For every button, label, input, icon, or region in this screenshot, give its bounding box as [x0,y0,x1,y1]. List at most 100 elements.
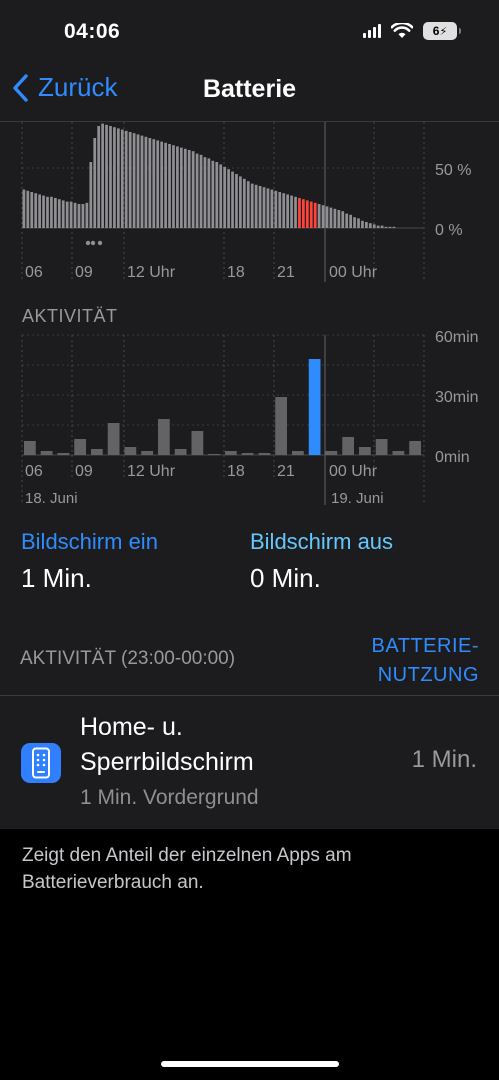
battery-bar [73,202,77,228]
battery-bar [333,208,337,228]
activity-bar [124,447,137,455]
battery-usage-line1: BATTERIE- [371,635,479,657]
battery-bar [376,225,380,228]
battery-bar [380,225,384,228]
battery-bar [187,150,191,228]
battery-bar [270,189,274,228]
screen-off-summary: Bildschirm aus 0 Min. [250,529,393,594]
battery-bar [372,224,376,228]
y-tick: 30min [435,389,479,406]
battery-bar [140,135,144,228]
status-time: 04:06 [64,20,121,43]
battery-bar [136,134,140,228]
footer-note: Zeigt den Anteil der einzelnen Apps am B… [22,845,352,893]
battery-bar [384,226,388,228]
activity-bar [375,439,388,455]
battery-bar [313,202,317,228]
battery-bar [219,164,223,228]
activity-bar [191,431,204,455]
activity-bar [258,453,271,455]
x-tick: 00 Uhr [329,463,378,480]
battery-bar [223,166,227,228]
battery-bar [203,157,207,228]
screen-off-label: Bildschirm aus [250,529,394,554]
app-name-line2: Sperrbildschirm [80,748,254,776]
x-tick: 21 [277,463,295,480]
battery-bar [274,190,278,228]
activity-bar [409,441,421,455]
battery-bar [34,193,38,228]
status-bar: 04:06 6 ⚡ [0,0,499,64]
battery-bar [321,205,325,228]
battery-bar [246,181,250,228]
battery-bar [116,128,120,228]
battery-bar [191,151,195,228]
battery-bar [317,204,321,228]
battery-bar [156,140,160,228]
battery-bar [325,206,329,228]
activity-bar [174,449,187,455]
battery-bar [227,169,230,228]
battery-content[interactable]: 50 % 0 % 06 09 12 Uhr 18 21 00 Uhr AKTIV… [0,122,499,829]
battery-bar [132,133,136,228]
x-tick: 18 [227,463,245,480]
battery-usage-line2: NUTZUNG [377,664,479,686]
battery-bar [368,223,372,228]
battery-bar [231,171,234,228]
battery-bar [46,196,49,228]
battery-bar [388,226,392,228]
battery-bar [22,189,26,228]
battery-bar [278,192,282,228]
activity-bar [275,397,287,455]
activity-bar [24,441,36,455]
battery-bar [345,213,349,228]
battery-bar [168,144,171,228]
status-icons: 6 ⚡ [363,22,461,40]
battery-bar [105,124,108,228]
battery-bar [199,154,203,228]
battery-bar [172,145,175,228]
screen-on-summary: Bildschirm ein 1 Min. [21,529,158,594]
activity-period-header: AKTIVITÄT (23:00-00:00) [20,648,236,669]
battery-bar [69,201,73,228]
battery-bar [235,174,238,228]
charge-dot [97,240,103,246]
battery-bar [282,193,286,228]
activity-bars [24,359,421,455]
app-name: Home- u. Sperrbildschirm [80,710,300,780]
x-tick: 06 [25,463,43,480]
battery-bar [53,198,57,228]
battery-bar [124,130,128,228]
screen-on-value: 1 Min. [21,563,92,593]
battery-bars [22,123,396,228]
app-row-home-lock-screen[interactable]: Home- u. Sperrbildschirm 1 Min. Vordergr… [0,710,499,820]
battery-bar [290,195,293,228]
signal-icon [363,24,381,38]
x-tick: 00 Uhr [329,264,378,281]
battery-charging-icon: 6 ⚡ [423,22,461,40]
battery-usage-toggle[interactable]: BATTERIE- NUTZUNG [372,632,479,690]
app-usage-time: 1 Min. [411,746,477,773]
x-tick: 09 [75,463,93,480]
y-tick: 50 % [435,162,471,179]
y-tick: 0 % [435,222,463,239]
battery-bar [195,153,199,228]
battery-bar [81,204,85,228]
battery-bar [211,160,215,228]
wifi-icon [391,23,413,38]
charge-dot [85,240,91,246]
battery-bar [57,199,61,228]
screen-off-value: 0 Min. [250,563,321,593]
battery-bar [26,190,30,228]
battery-bar [349,214,352,228]
x-tick: 09 [75,264,93,281]
battery-bar [329,207,333,228]
home-indicator[interactable] [161,1061,339,1067]
battery-bar [266,188,270,228]
app-foreground-time: 1 Min. Vordergrund [80,786,259,809]
activity-bar [208,454,220,455]
battery-bar [337,210,341,228]
battery-bar [302,199,305,228]
battery-bar [61,200,65,228]
battery-bar [128,132,132,228]
